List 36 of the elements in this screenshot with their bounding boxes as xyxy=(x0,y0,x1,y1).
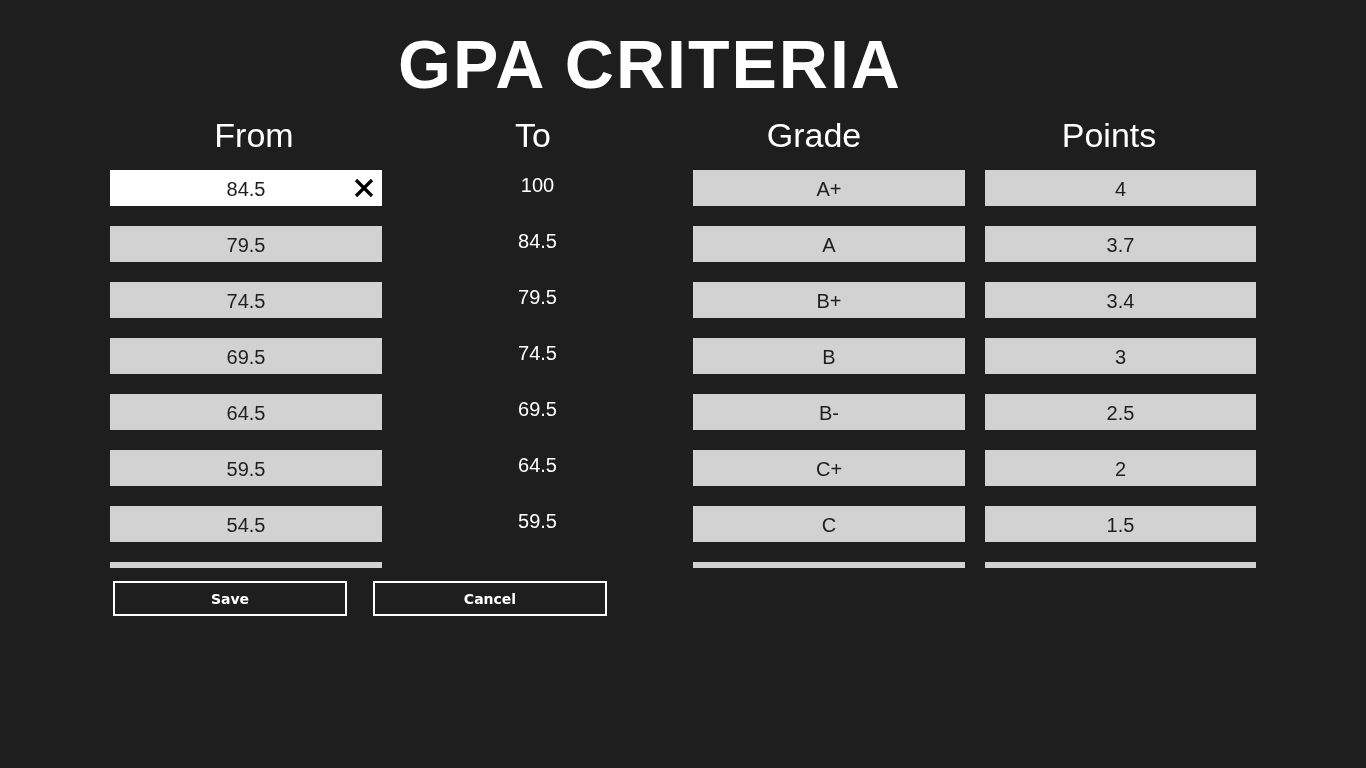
input-field[interactable]: 74.5 xyxy=(110,282,382,318)
input-field[interactable]: 2.5 xyxy=(985,394,1256,430)
cancel-button[interactable]: Cancel xyxy=(373,581,607,616)
to-value: 74.5 xyxy=(518,341,557,366)
to-value: 59.5 xyxy=(518,509,557,534)
input-field[interactable]: 64.5 xyxy=(110,394,382,430)
column-header: From xyxy=(213,115,295,156)
to-value: 84.5 xyxy=(518,229,557,254)
input-field[interactable]: 2 xyxy=(985,450,1256,486)
column-header: To xyxy=(514,115,552,156)
input-field[interactable]: 54.5 xyxy=(110,506,382,542)
to-value: 69.5 xyxy=(518,397,557,422)
input-field[interactable]: 59.5 xyxy=(110,450,382,486)
input-field[interactable]: C+ xyxy=(693,450,965,486)
input-field[interactable]: B+ xyxy=(693,282,965,318)
to-value: 64.5 xyxy=(518,453,557,478)
input-field[interactable]: C xyxy=(693,506,965,542)
input-field[interactable]: 84.5 xyxy=(110,170,382,206)
input-field[interactable]: B xyxy=(693,338,965,374)
input-field[interactable]: B- xyxy=(693,394,965,430)
input-field[interactable]: 4 xyxy=(985,170,1256,206)
input-field[interactable]: 1.5 xyxy=(985,506,1256,542)
to-value: 100 xyxy=(520,173,555,198)
to-value: 79.5 xyxy=(518,285,557,310)
column-header: Grade xyxy=(765,115,863,156)
input-field[interactable]: 3 xyxy=(985,338,1256,374)
column-header: Points xyxy=(1060,115,1158,156)
input-field[interactable]: 3.4 xyxy=(985,282,1256,318)
input-field[interactable]: 3.7 xyxy=(985,226,1256,262)
input-field[interactable]: 69.5 xyxy=(110,338,382,374)
clear-icon[interactable] xyxy=(354,178,374,198)
input-field[interactable]: A xyxy=(693,226,965,262)
page-title: GPA CRITERIA xyxy=(397,26,903,102)
input-field[interactable]: 79.5 xyxy=(110,226,382,262)
save-button[interactable]: Save xyxy=(113,581,347,616)
input-field[interactable]: A+ xyxy=(693,170,965,206)
